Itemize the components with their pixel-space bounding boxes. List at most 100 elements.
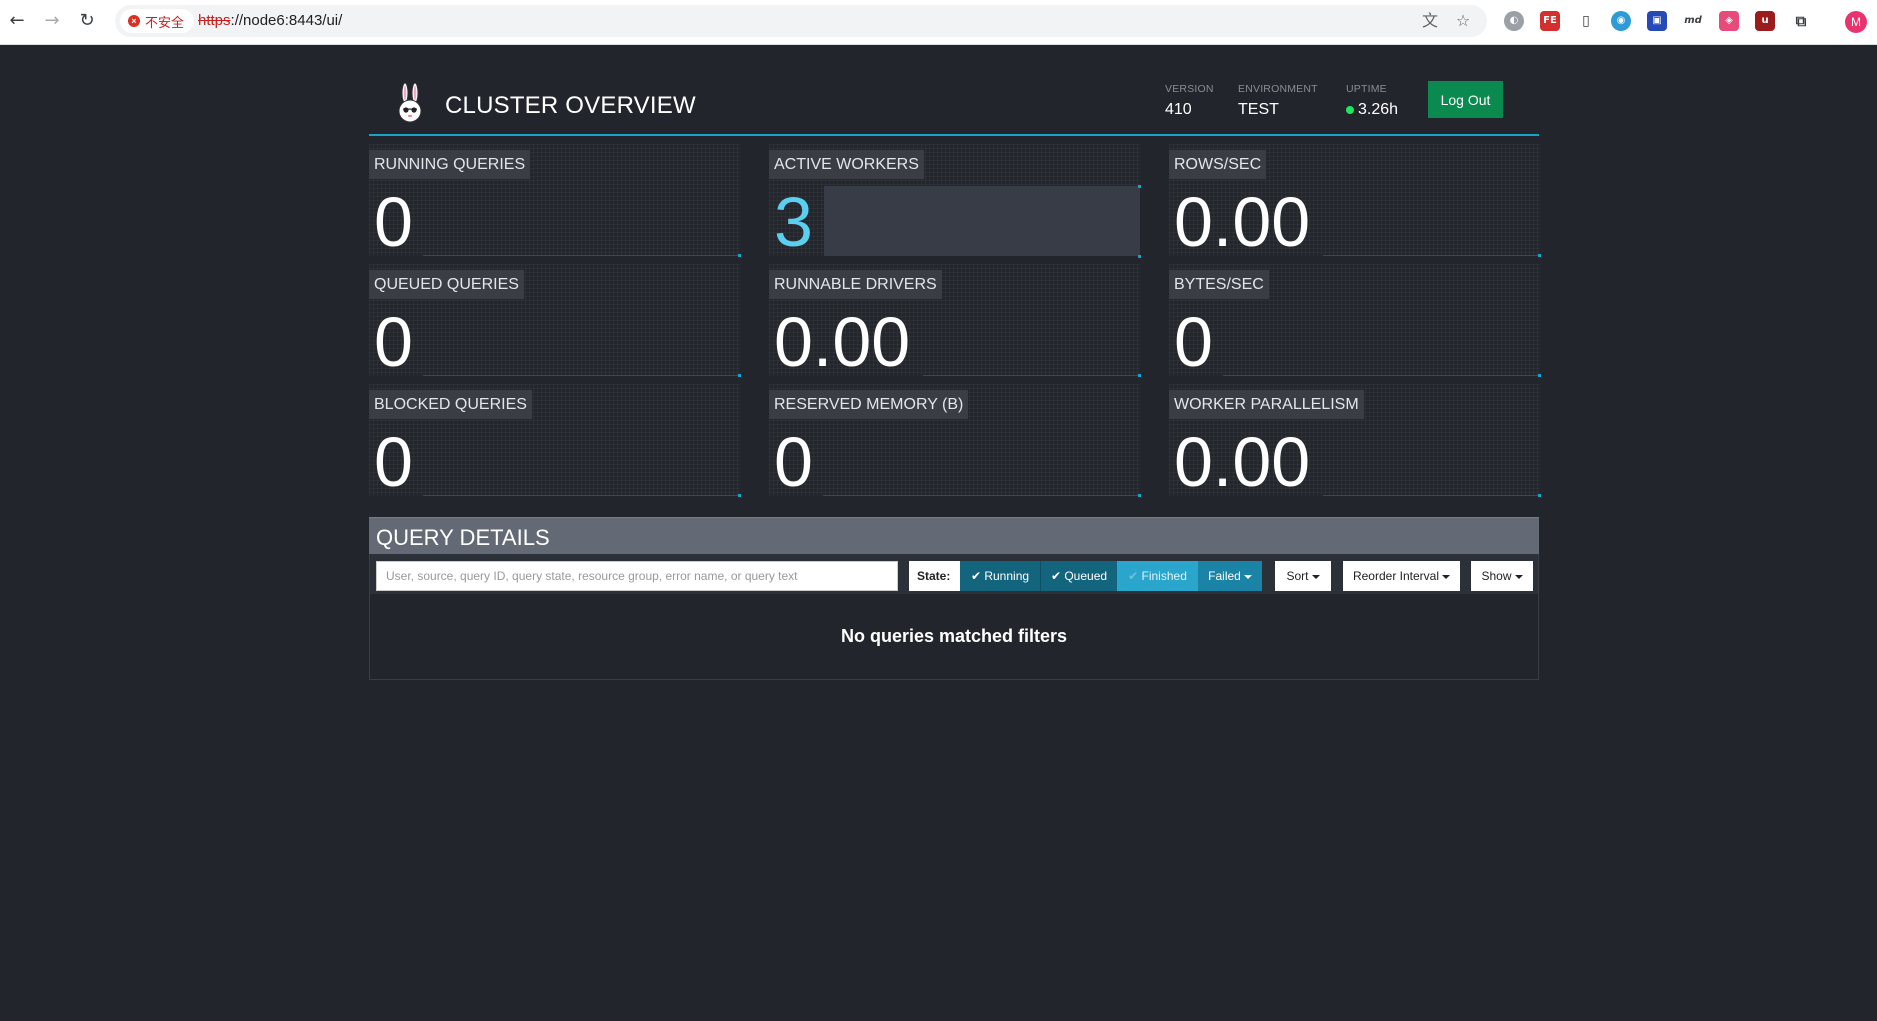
url-scheme: https bbox=[198, 12, 231, 29]
version-value: 410 bbox=[1165, 101, 1192, 118]
stat-value: 0.00 bbox=[1174, 423, 1311, 501]
stat-value: 0 bbox=[374, 183, 413, 261]
page-title: CLUSTER OVERVIEW bbox=[445, 92, 696, 119]
md-ext-icon[interactable]: md bbox=[1683, 11, 1703, 31]
sort-label: Sort bbox=[1286, 569, 1309, 583]
state-running-toggle[interactable]: ✔ Running bbox=[960, 561, 1040, 591]
stat-label: RESERVED MEMORY (B) bbox=[769, 390, 969, 419]
security-chip[interactable]: × 不安全 bbox=[120, 9, 195, 33]
stat-label: BYTES/SEC bbox=[1169, 270, 1269, 299]
puzzle-icon[interactable]: ⧉ bbox=[1791, 11, 1811, 31]
forward-icon[interactable]: → bbox=[41, 9, 63, 33]
query-details-title: QUERY DETAILS bbox=[376, 525, 550, 550]
stat-value: 3 bbox=[774, 183, 813, 261]
environment-value: TEST bbox=[1238, 101, 1279, 118]
environment-label: ENVIRONMENT bbox=[1238, 83, 1318, 95]
caret-down-icon bbox=[1243, 574, 1252, 579]
star-icon[interactable]: ☆ bbox=[1453, 11, 1473, 31]
stat-label: WORKER PARALLELISM bbox=[1169, 390, 1364, 419]
fe-ext-icon[interactable]: FE bbox=[1540, 11, 1560, 31]
query-details-panel: State: ✔ Running ✔ Queued ✔ Finished Fai… bbox=[369, 554, 1539, 680]
sparkline bbox=[423, 183, 741, 257]
sparkline bbox=[824, 185, 1141, 258]
stat-value: 0 bbox=[1174, 303, 1213, 381]
stat-label: BLOCKED QUERIES bbox=[369, 390, 532, 419]
warning-icon: × bbox=[128, 15, 140, 27]
stat-blocked-queries: BLOCKED QUERIES 0 bbox=[369, 384, 741, 501]
url-text[interactable]: https://node6:8443/ui/ bbox=[198, 12, 342, 29]
stat-active-workers: ACTIVE WORKERS 3 bbox=[769, 144, 1141, 261]
uptime-label: UPTIME bbox=[1346, 83, 1387, 95]
sparkline bbox=[823, 423, 1141, 497]
stat-label: ROWS/SEC bbox=[1169, 150, 1267, 179]
sparkline bbox=[1323, 183, 1541, 257]
state-running-label: Running bbox=[984, 569, 1030, 583]
caret-down-icon bbox=[1442, 574, 1451, 579]
address-bar[interactable]: × 不安全 https://node6:8443/ui/ 文 ☆ bbox=[115, 5, 1487, 37]
stat-label: ACTIVE WORKERS bbox=[769, 150, 924, 179]
stat-worker-parallelism: WORKER PARALLELISM 0.00 bbox=[1169, 384, 1541, 501]
query-details-header: QUERY DETAILS bbox=[369, 517, 1539, 554]
state-finished-toggle[interactable]: ✔ Finished bbox=[1117, 561, 1198, 591]
sparkline bbox=[423, 423, 741, 497]
check-icon: ✔ bbox=[970, 569, 985, 583]
caret-down-icon bbox=[1514, 574, 1523, 579]
uptime-value-row: 3.26h bbox=[1346, 101, 1398, 119]
stat-label: RUNNING QUERIES bbox=[369, 150, 531, 179]
page-header: CLUSTER OVERVIEW VERSION 410 ENVIRONMENT… bbox=[369, 45, 1539, 136]
stat-runnable-drivers: RUNNABLE DRIVERS 0.00 bbox=[769, 264, 1141, 381]
stat-running-queries: RUNNING QUERIES 0 bbox=[369, 144, 741, 261]
ublock-icon[interactable]: u bbox=[1755, 11, 1775, 31]
sort-dropdown[interactable]: Sort bbox=[1275, 561, 1331, 591]
stat-rows-sec: ROWS/SEC 0.00 bbox=[1169, 144, 1541, 261]
back-icon[interactable]: ← bbox=[6, 9, 28, 33]
stat-value: 0.00 bbox=[774, 303, 911, 381]
stat-value: 0 bbox=[374, 423, 413, 501]
uptime-info: UPTIME 3.26h bbox=[1346, 83, 1398, 119]
state-queued-label: Queued bbox=[1064, 569, 1108, 583]
state-failed-dropdown[interactable]: Failed bbox=[1198, 561, 1262, 591]
stat-queued-queries: QUEUED QUERIES 0 bbox=[369, 264, 741, 381]
stat-value: 0 bbox=[774, 423, 813, 501]
stat-value: 0 bbox=[374, 303, 413, 381]
stat-bytes-sec: BYTES/SEC 0 bbox=[1169, 264, 1541, 381]
state-label: State: bbox=[909, 561, 961, 591]
check-icon: ✔ bbox=[1050, 569, 1065, 583]
version-label: VERSION bbox=[1165, 83, 1214, 95]
query-search-input[interactable] bbox=[376, 561, 898, 591]
status-dot-icon bbox=[1346, 106, 1354, 114]
bookmark-icon[interactable]: ▯ bbox=[1576, 11, 1596, 31]
logout-button[interactable]: Log Out bbox=[1428, 81, 1503, 118]
stat-value: 0.00 bbox=[1174, 183, 1311, 261]
globe-ext-icon[interactable]: ◉ bbox=[1611, 11, 1631, 31]
state-finished-label: Finished bbox=[1141, 569, 1187, 583]
state-queued-toggle[interactable]: ✔ Queued bbox=[1040, 561, 1117, 591]
query-filter-toolbar: State: ✔ Running ✔ Queued ✔ Finished Fai… bbox=[370, 554, 1538, 594]
browser-toolbar: ← → ↻ × 不安全 https://node6:8443/ui/ 文 ☆ ◐… bbox=[0, 0, 1877, 45]
cookie-ext-icon[interactable]: ◐ bbox=[1504, 11, 1524, 31]
stats-grid: RUNNING QUERIES 0 ACTIVE WORKERS 3 ROWS/… bbox=[369, 136, 1541, 508]
page-container: CLUSTER OVERVIEW VERSION 410 ENVIRONMENT… bbox=[369, 45, 1541, 680]
version-info: VERSION 410 bbox=[1165, 83, 1214, 119]
bunny-logo-icon bbox=[398, 83, 422, 123]
reorder-interval-dropdown[interactable]: Reorder Interval bbox=[1343, 561, 1460, 591]
url-path: ://node6:8443/ui/ bbox=[230, 12, 343, 29]
sparkline bbox=[923, 303, 1141, 377]
environment-info: ENVIRONMENT TEST bbox=[1238, 83, 1318, 119]
stat-label: RUNNABLE DRIVERS bbox=[769, 270, 942, 299]
show-dropdown[interactable]: Show bbox=[1471, 561, 1533, 591]
translate-icon[interactable]: 文 bbox=[1420, 11, 1440, 31]
empty-results-message: No queries matched filters bbox=[840, 626, 1068, 646]
uptime-value: 3.26h bbox=[1358, 101, 1399, 118]
caret-down-icon bbox=[1311, 574, 1320, 579]
check-icon: ✔ bbox=[1128, 569, 1142, 583]
sparkline bbox=[1323, 423, 1541, 497]
sparkline bbox=[1223, 303, 1541, 377]
show-label: Show bbox=[1481, 569, 1512, 583]
red-ext-icon[interactable]: ◈ bbox=[1719, 11, 1739, 31]
reload-icon[interactable]: ↻ bbox=[76, 9, 98, 33]
reorder-label: Reorder Interval bbox=[1352, 569, 1440, 583]
stat-label: QUEUED QUERIES bbox=[369, 270, 524, 299]
profile-avatar[interactable]: M bbox=[1845, 11, 1867, 33]
blue-ext-icon[interactable]: ▣ bbox=[1647, 11, 1667, 31]
